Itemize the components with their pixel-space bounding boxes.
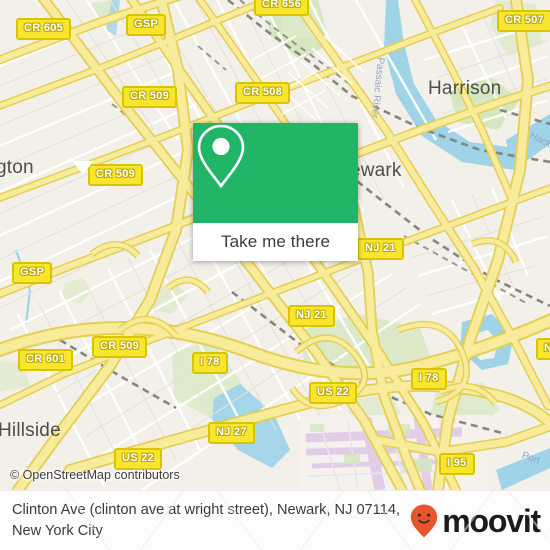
- callout-icon-area: [193, 123, 358, 223]
- shield-us-22-a[interactable]: US 22: [309, 382, 358, 404]
- location-address: Clinton Ave (clinton ave at wright stree…: [12, 501, 400, 539]
- shield-gsp-top[interactable]: GSP: [126, 14, 167, 36]
- map-canvas[interactable]: Harrison Newark gton Hillside Passaic Ri…: [0, 0, 550, 490]
- shield-i-78-a[interactable]: I 78: [192, 352, 228, 374]
- location-callout-card[interactable]: Take me there: [193, 123, 358, 261]
- footer-bar: Clinton Ave (clinton ave at wright stree…: [0, 490, 550, 550]
- moovit-brand[interactable]: moovit: [409, 502, 541, 539]
- map-pin-icon: [197, 124, 245, 189]
- osm-attribution: © OpenStreetMap contributors: [10, 468, 180, 482]
- take-me-there-button[interactable]: Take me there: [193, 223, 358, 261]
- shield-i-78-b[interactable]: I 78: [411, 368, 447, 390]
- shield-nj-21-a[interactable]: NJ 21: [288, 305, 335, 327]
- callout-tail-pointer: [72, 161, 94, 174]
- shield-cr-509-b[interactable]: CR 509: [88, 164, 144, 186]
- shield-cr-656[interactable]: CR 656: [254, 0, 310, 16]
- shield-us-22-b[interactable]: US 22: [114, 448, 163, 470]
- take-me-there-label: Take me there: [220, 232, 331, 251]
- shield-cr-601[interactable]: CR 601: [18, 349, 74, 371]
- shield-cr-605[interactable]: CR 605: [16, 18, 72, 40]
- shield-cr-507[interactable]: CR 507: [497, 10, 550, 32]
- map-screen: Harrison Newark gton Hillside Passaic Ri…: [0, 0, 550, 550]
- shield-i-95[interactable]: I 95: [439, 453, 475, 475]
- shield-cr-509-c[interactable]: CR 509: [92, 336, 148, 358]
- shield-gsp-left[interactable]: GSP: [12, 262, 53, 284]
- shield-nj-21-b[interactable]: NJ 21: [357, 238, 404, 260]
- shield-cr-509-a[interactable]: CR 509: [122, 86, 178, 108]
- moovit-smiley-pin-icon: [411, 504, 438, 537]
- moovit-wordmark: moovit: [442, 502, 541, 539]
- shield-nj-edge[interactable]: NJ: [536, 338, 550, 360]
- shield-nj-27[interactable]: NJ 27: [208, 422, 255, 444]
- shield-cr-508[interactable]: CR 508: [235, 82, 291, 104]
